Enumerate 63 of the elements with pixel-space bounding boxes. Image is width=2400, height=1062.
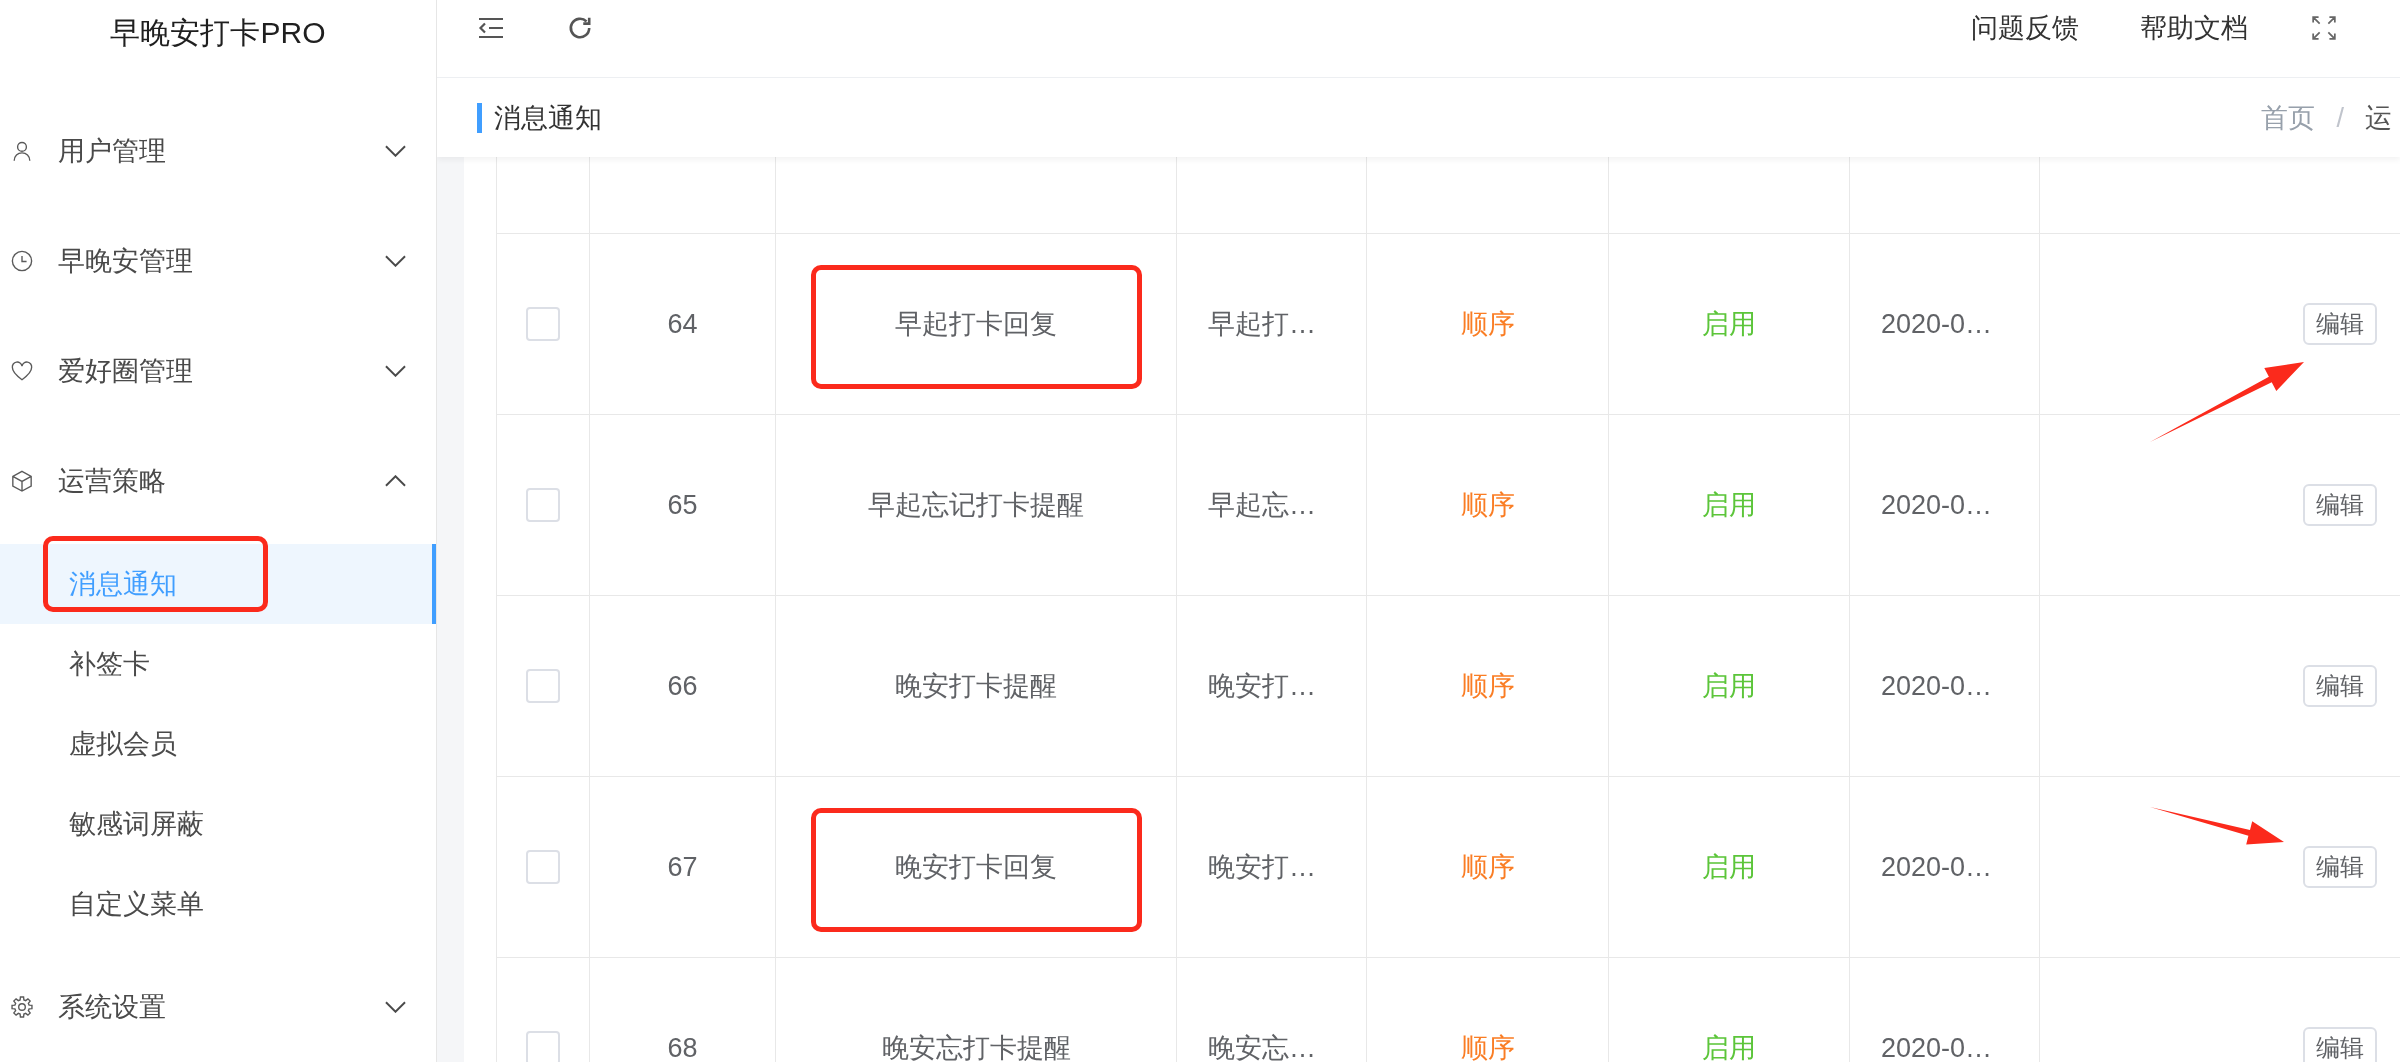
- refresh-icon[interactable]: [567, 15, 593, 41]
- submenu-item[interactable]: 敏感词屏蔽: [0, 784, 436, 864]
- table-cell: 66: [590, 596, 776, 777]
- row-checkbox[interactable]: [526, 488, 560, 522]
- table-cell: 67: [590, 777, 776, 958]
- table-cell: 晚安打…: [1177, 777, 1367, 958]
- cube-icon: [11, 470, 33, 492]
- table-cell: 晚安忘打卡提醒: [776, 958, 1177, 1062]
- gear-icon: [11, 996, 33, 1018]
- row-checkbox[interactable]: [526, 669, 560, 703]
- table-cell: 65: [590, 415, 776, 596]
- edit-button[interactable]: 编辑: [2303, 846, 2377, 888]
- fullscreen-icon[interactable]: [2311, 15, 2337, 41]
- table-cell: 64: [590, 234, 776, 415]
- header-link[interactable]: 帮助文档: [2140, 12, 2248, 44]
- table-cell: 启用: [1609, 415, 1850, 596]
- table-cell: 2020-0…: [1850, 958, 2040, 1062]
- table-cell: 早起忘记打卡提醒: [776, 415, 1177, 596]
- table-cell: 早起忘…: [1177, 415, 1367, 596]
- edit-button[interactable]: 编辑: [2303, 1027, 2377, 1062]
- table-cell: 晚安打卡提醒: [776, 596, 1177, 777]
- table-cell: 早起打…: [1177, 234, 1367, 415]
- app-title: 早晚安打卡PRO: [110, 15, 326, 51]
- table-cell: 2020-0…: [1850, 234, 2040, 415]
- table-cell: 2020-0…: [1850, 596, 2040, 777]
- page-title: 消息通知: [477, 102, 602, 133]
- header-link[interactable]: 问题反馈: [1971, 12, 2079, 44]
- clock-icon: [11, 250, 33, 272]
- table-cell: 2020-0…: [1850, 415, 2040, 596]
- submenu-item[interactable]: 补签卡: [0, 624, 436, 704]
- menu-item[interactable]: 用户管理: [0, 96, 436, 206]
- row-checkbox[interactable]: [526, 850, 560, 884]
- row-checkbox[interactable]: [526, 1031, 560, 1062]
- table-cell: 68: [590, 958, 776, 1062]
- table-cell: 2020-0…: [1850, 777, 2040, 958]
- table-cell: 顺序: [1367, 777, 1609, 958]
- table-cell: 启用: [1609, 777, 1850, 958]
- table-cell: 晚安忘…: [1177, 958, 1367, 1062]
- table-cell: 启用: [1609, 596, 1850, 777]
- heart-icon: [11, 360, 33, 382]
- row-checkbox[interactable]: [526, 307, 560, 341]
- table-cell: 晚安打卡回复: [776, 777, 1177, 958]
- edit-button[interactable]: 编辑: [2303, 665, 2377, 707]
- table-cell: 顺序: [1367, 958, 1609, 1062]
- breadcrumb-current: 运: [2365, 101, 2392, 134]
- menu-item[interactable]: 早晚安管理: [0, 206, 436, 316]
- submenu-item[interactable]: 自定义菜单: [0, 864, 436, 944]
- table-cell: 启用: [1609, 234, 1850, 415]
- table-cell: 晚安打…: [1177, 596, 1367, 777]
- menu-item[interactable]: 爱好圈管理: [0, 316, 436, 426]
- table-cell: 启用: [1609, 958, 1850, 1062]
- table-cell: 顺序: [1367, 234, 1609, 415]
- submenu-item[interactable]: 虚拟会员: [0, 704, 436, 784]
- edit-button[interactable]: 编辑: [2303, 484, 2377, 526]
- menu-item[interactable]: 系统设置: [0, 952, 436, 1062]
- table-cell: 顺序: [1367, 415, 1609, 596]
- edit-button[interactable]: 编辑: [2303, 303, 2377, 345]
- breadcrumb-separator: /: [2336, 101, 2344, 134]
- user-icon: [11, 140, 33, 162]
- table-cell: 早起打卡回复: [776, 234, 1177, 415]
- menu-collapse-icon[interactable]: [477, 16, 505, 40]
- menu-item[interactable]: 运营策略: [0, 426, 436, 536]
- table-cell: 顺序: [1367, 596, 1609, 777]
